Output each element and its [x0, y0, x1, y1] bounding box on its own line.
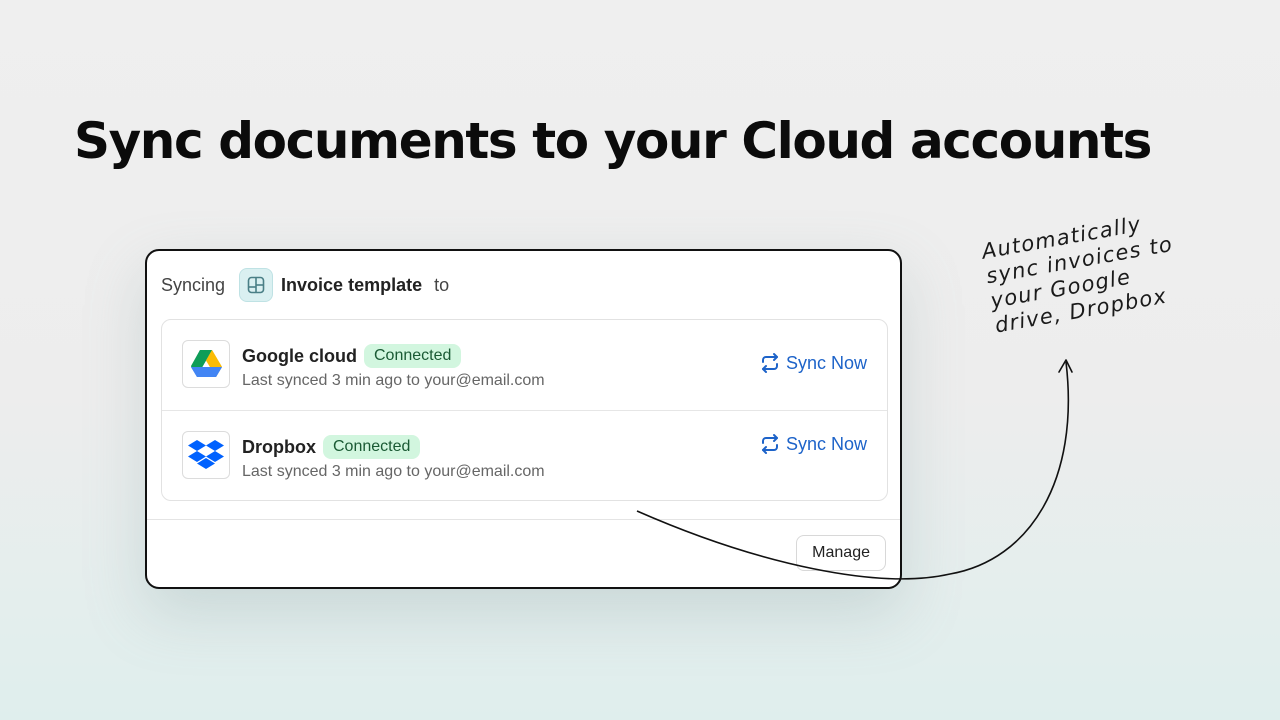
to-label: to [434, 274, 450, 295]
sync-now-button[interactable]: Sync Now [759, 352, 867, 374]
accounts-list: Google cloud Connected Last synced 3 min… [161, 319, 888, 501]
sync-panel: Syncing Invoice template to Google cloud… [145, 249, 902, 589]
google-drive-icon [182, 340, 230, 388]
last-synced-text: Last synced 3 min ago to your@email.com [242, 463, 545, 480]
account-row-dropbox: Dropbox Connected Last synced 3 min ago … [162, 410, 887, 500]
account-row-google: Google cloud Connected Last synced 3 min… [162, 320, 887, 410]
account-name: Dropbox [242, 436, 316, 457]
handwritten-annotation: Automatically sync invoices to your Goog… [980, 207, 1184, 338]
last-synced-text: Last synced 3 min ago to your@email.com [242, 372, 545, 389]
status-badge: Connected [364, 344, 462, 368]
template-name[interactable]: Invoice template [281, 275, 422, 296]
sync-now-label: Sync Now [785, 433, 867, 454]
dropbox-icon [182, 431, 230, 479]
manage-button[interactable]: Manage [796, 535, 886, 571]
syncing-label: Syncing [161, 274, 226, 295]
syncing-header: Syncing Invoice template to [161, 267, 449, 303]
sync-icon [761, 434, 778, 454]
account-name: Google cloud [242, 345, 357, 366]
page-headline: Sync documents to your Cloud accounts [74, 112, 1152, 170]
sync-now-label: Sync Now [785, 352, 867, 373]
sync-icon [761, 353, 778, 373]
footer-divider [147, 519, 900, 520]
template-icon [239, 268, 274, 302]
status-badge: Connected [323, 435, 421, 459]
sync-now-button[interactable]: Sync Now [759, 433, 867, 455]
